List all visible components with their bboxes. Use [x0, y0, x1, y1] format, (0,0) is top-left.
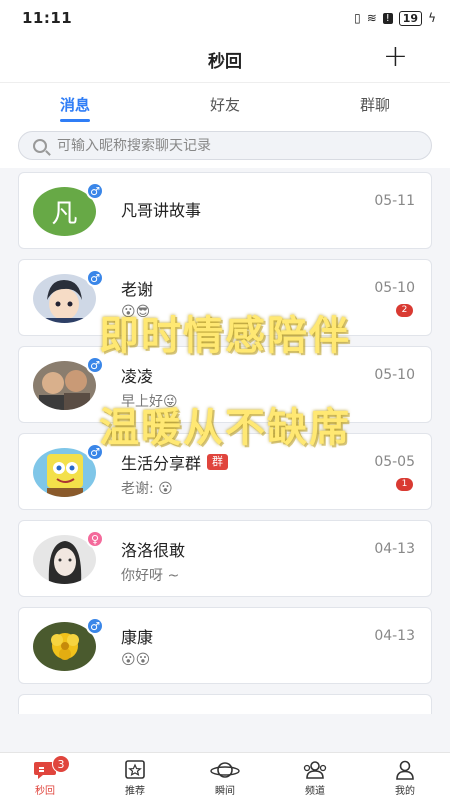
- female-icon: ♀: [86, 530, 104, 548]
- conversation-list: 凡 ♂ 凡哥讲故事 05-11 ♂ 老谢 😮😎 05-10 2 ♂ 凌凌 早上好…: [18, 172, 432, 724]
- status-icons: ▯ ≋ ! 19 ϟ: [354, 10, 436, 26]
- nav-item-recommend[interactable]: 推荐: [90, 753, 180, 800]
- conversation-item[interactable]: ♂ 凌凌 早上好😜 05-10: [18, 346, 432, 423]
- conversation-item[interactable]: ♂ 老谢 😮😎 05-10 2: [18, 259, 432, 336]
- conversation-preview: 😮😎: [121, 304, 151, 320]
- conversation-name-text: 生活分享群: [121, 454, 202, 473]
- conversation-name-text: 康康: [121, 628, 154, 647]
- add-button[interactable]: +: [383, 42, 408, 72]
- nav-label: 我的: [395, 786, 415, 797]
- alert-icon: !: [382, 12, 393, 24]
- male-icon: ♂: [86, 182, 104, 200]
- nav-item-moments[interactable]: 瞬间: [180, 753, 270, 800]
- conversation-date: 05-11: [374, 193, 415, 209]
- conversation-item[interactable]: ♂ 康康 😮😮 04-13: [18, 607, 432, 684]
- conversation-name: 凌凌: [121, 363, 153, 387]
- bottom-nav: 3 秒回 推荐 瞬间 频道 我的: [0, 752, 450, 800]
- person-icon: [394, 760, 416, 780]
- conversation-name: 老谢: [121, 276, 153, 300]
- male-icon: ♂: [86, 356, 104, 374]
- conversation-preview: 你好呀 ~: [121, 568, 180, 584]
- conversation-name-text: 洛洛很敢: [121, 541, 186, 560]
- conversation-preview: 😮😮: [121, 652, 151, 668]
- search-box[interactable]: [18, 131, 432, 160]
- conversation-date: 04-13: [374, 541, 415, 557]
- vibrate-icon: ▯: [354, 11, 361, 25]
- conversation-name: 康康: [121, 624, 153, 648]
- conversation-item[interactable]: ♀ 洛洛很敢 你好呀 ~ 04-13: [18, 520, 432, 597]
- conversation-item[interactable]: 凡 ♂ 凡哥讲故事 05-11: [18, 172, 432, 249]
- conversation-date: 05-10: [374, 367, 415, 383]
- tab-messages[interactable]: 消息: [0, 83, 150, 124]
- search-icon: [33, 138, 47, 153]
- tab-groups[interactable]: 群聊: [300, 83, 450, 124]
- nav-label: 频道: [305, 786, 325, 797]
- nav-item-chat[interactable]: 3 秒回: [0, 753, 90, 800]
- tab-bar: 消息 好友 群聊: [0, 82, 450, 124]
- conversation-item-partial: [18, 694, 432, 714]
- male-icon: ♂: [86, 269, 104, 287]
- wifi-icon: ≋: [366, 11, 377, 25]
- conversation-date: 05-05: [374, 454, 415, 470]
- planet-icon: [210, 760, 240, 780]
- status-time: 11:11: [22, 9, 73, 27]
- nav-unread-badge: 3: [52, 755, 70, 773]
- conversation-name: 凡哥讲故事: [121, 197, 201, 221]
- app-header: 秒回 +: [0, 36, 450, 82]
- unread-badge: 2: [396, 304, 413, 317]
- search-input[interactable]: [57, 137, 397, 154]
- tab-friends[interactable]: 好友: [150, 83, 300, 124]
- unread-badge: 1: [396, 478, 413, 491]
- nav-item-me[interactable]: 我的: [360, 753, 450, 800]
- conversation-name-text: 凡哥讲故事: [121, 201, 202, 220]
- people-icon: [302, 760, 328, 780]
- male-icon: ♂: [86, 617, 104, 635]
- nav-label: 推荐: [125, 786, 145, 797]
- conversation-name-text: 凌凌: [121, 367, 154, 386]
- conversation-item[interactable]: ♂ 生活分享群 群 老谢: 😮 05-05 1: [18, 433, 432, 510]
- status-bar: 11:11 ▯ ≋ ! 19 ϟ: [0, 0, 450, 36]
- nav-label: 瞬间: [215, 786, 235, 797]
- search-bar: [0, 124, 450, 168]
- conversation-preview: 老谢: 😮: [121, 481, 173, 497]
- battery-icon: 19: [398, 10, 423, 26]
- charging-icon: ϟ: [428, 11, 436, 25]
- group-tag: 群: [207, 454, 229, 470]
- conversation-date: 05-10: [374, 280, 415, 296]
- nav-label: 秒回: [35, 786, 55, 797]
- nav-item-channel[interactable]: 频道: [270, 753, 360, 800]
- male-icon: ♂: [86, 443, 104, 461]
- page-title: 秒回: [208, 51, 242, 72]
- conversation-date: 04-13: [374, 628, 415, 644]
- star-icon: [124, 760, 146, 780]
- conversation-name: 洛洛很敢: [121, 537, 185, 561]
- conversation-preview: 早上好😜: [121, 394, 178, 410]
- conversation-name-text: 老谢: [121, 280, 154, 299]
- conversation-name: 生活分享群 群: [121, 450, 229, 474]
